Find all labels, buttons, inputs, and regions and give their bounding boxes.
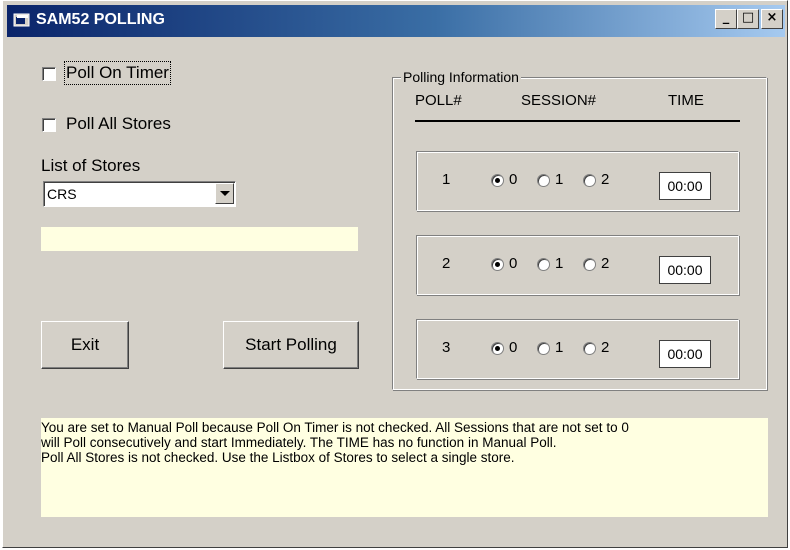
app-icon: [13, 13, 30, 27]
session-0-radio[interactable]: [491, 174, 504, 187]
radio-selected-dot: [495, 262, 500, 267]
store-select-value: CRS: [47, 186, 77, 202]
poll-row-number: 2: [442, 255, 451, 272]
session-0-radio[interactable]: [491, 342, 504, 355]
session-1-radio[interactable]: [537, 174, 550, 187]
session-2-label: 2: [601, 339, 610, 356]
window-title: SAM52 POLLING: [36, 11, 165, 28]
close-button[interactable]: ×: [761, 9, 783, 29]
session-2-label: 2: [601, 171, 610, 188]
poll-row-2: 2 0 1 2 00:00: [416, 235, 739, 295]
time-input[interactable]: 00:00: [659, 172, 711, 200]
info-line-1: You are set to Manual Poll because Poll …: [41, 420, 629, 435]
app-window: SAM52 POLLING _ □ × Poll On Timer Poll A…: [2, 0, 788, 548]
poll-on-timer-checkbox[interactable]: [42, 67, 56, 81]
progress-strip: [41, 227, 358, 251]
session-0-radio[interactable]: [491, 258, 504, 271]
poll-number-header: POLL#: [415, 92, 462, 109]
maximize-icon: □: [741, 10, 755, 25]
close-icon: ×: [766, 10, 778, 25]
radio-selected-dot: [495, 178, 500, 183]
session-1-label: 1: [555, 171, 564, 188]
info-line-2: will Poll consecutively and start Immedi…: [41, 435, 557, 450]
title-bar[interactable]: SAM52 POLLING _ □ ×: [7, 5, 785, 37]
polling-info-group: Polling Information POLL# SESSION# TIME …: [392, 69, 767, 390]
minimize-button[interactable]: _: [715, 9, 737, 29]
time-header: TIME: [668, 92, 704, 109]
poll-row-1: 1 0 1 2 00:00: [416, 151, 739, 211]
header-divider: [415, 120, 740, 122]
store-list-label: List of Stores: [41, 156, 141, 175]
store-select[interactable]: CRS: [43, 181, 236, 207]
poll-all-stores-label[interactable]: Poll All Stores: [66, 114, 171, 134]
polling-info-title: Polling Information: [401, 69, 521, 85]
poll-row-number: 1: [442, 171, 451, 188]
exit-button-label: Exit: [70, 335, 100, 354]
exit-button[interactable]: Exit: [41, 321, 129, 369]
info-line-3: Poll All Stores is not checked. Use the …: [41, 450, 515, 465]
session-2-radio[interactable]: [583, 258, 596, 271]
poll-row-number: 3: [442, 339, 451, 356]
session-1-label: 1: [555, 339, 564, 356]
time-input[interactable]: 00:00: [659, 256, 711, 284]
maximize-button[interactable]: □: [737, 9, 759, 29]
session-1-label: 1: [555, 255, 564, 272]
info-message: You are set to Manual Poll because Poll …: [41, 420, 763, 465]
session-1-radio[interactable]: [537, 342, 550, 355]
session-0-label: 0: [509, 255, 518, 272]
minimize-icon: _: [722, 10, 730, 25]
session-header: SESSION#: [521, 92, 597, 109]
chevron-down-icon: [220, 191, 230, 196]
session-2-radio[interactable]: [583, 174, 596, 187]
session-2-label: 2: [601, 255, 610, 272]
info-message-panel: You are set to Manual Poll because Poll …: [41, 418, 768, 517]
poll-row-3: 3 0 1 2 00:00: [416, 319, 739, 379]
session-1-radio[interactable]: [537, 258, 550, 271]
poll-all-stores-checkbox[interactable]: [42, 118, 56, 132]
poll-on-timer-label[interactable]: Poll On Timer: [64, 61, 171, 85]
time-input[interactable]: 00:00: [659, 340, 711, 368]
store-dropdown-button[interactable]: [215, 183, 234, 204]
session-0-label: 0: [509, 339, 518, 356]
start-polling-button[interactable]: Start Polling: [223, 321, 359, 369]
start-polling-button-label: Start Polling: [245, 335, 337, 354]
session-2-radio[interactable]: [583, 342, 596, 355]
session-0-label: 0: [509, 171, 518, 188]
radio-selected-dot: [495, 346, 500, 351]
